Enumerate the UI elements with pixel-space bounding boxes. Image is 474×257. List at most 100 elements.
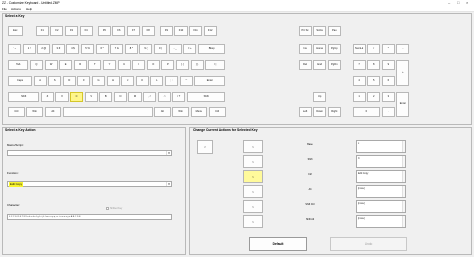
key-a[interactable]: A [33,76,47,87]
maximize-icon[interactable]: □ [457,0,459,6]
assign-action-button[interactable]: > [243,215,263,228]
assign-action-button[interactable]: > [243,200,263,213]
scrollbar[interactable] [402,156,405,167]
key-symbol[interactable]: [ { [175,60,189,71]
key-symbol[interactable]: - [396,44,410,55]
scrollbar[interactable] [402,216,405,227]
key-n[interactable]: N [113,92,127,103]
key-r[interactable]: R [73,60,87,71]
key-3[interactable]: 3 # [51,44,65,55]
scrollbar[interactable] [402,141,405,152]
menu-actions[interactable]: Actions [11,7,21,12]
key-p[interactable]: P [161,60,175,71]
action-value-field[interactable]: C [356,155,406,168]
key-prt-sc[interactable]: Prt Sc [298,26,312,37]
scrollbar[interactable] [402,171,405,182]
key-down[interactable]: Down [313,107,327,118]
key-i[interactable]: I [132,60,146,71]
action-value-field[interactable]: [none] [356,200,406,213]
key-symbol[interactable]: - _ [168,44,182,55]
key-symbol[interactable]: \ | [205,60,226,71]
key-symbol[interactable]: ' " [179,76,193,87]
key-symbol[interactable]: . [381,107,395,118]
key-2[interactable]: 2 @ [37,44,51,55]
key-d[interactable]: D [62,76,76,87]
key-win[interactable]: Win [26,107,43,118]
key-home[interactable]: Home [313,44,327,55]
key-symbol[interactable]: , < [143,92,157,103]
key-f[interactable]: F [77,76,91,87]
key-bksp[interactable]: Bksp [197,44,226,55]
key-f9[interactable]: F9 [159,26,173,37]
key-h[interactable]: H [106,76,120,87]
key-4[interactable]: 4 [352,76,366,87]
assign-action-button[interactable]: > [243,155,263,168]
key-f11[interactable]: F11 [189,26,203,37]
minimize-icon[interactable]: – [448,0,450,6]
key-w[interactable]: W [44,60,58,71]
key-m[interactable]: M [128,92,142,103]
action-value-field[interactable]: [none] [356,185,406,198]
assign-action-button[interactable]: > [243,170,263,183]
key-4[interactable]: 4 $ [66,44,80,55]
key-g[interactable]: G [91,76,106,87]
key-menu[interactable]: Menu [190,107,208,118]
key-o[interactable]: O [146,60,160,71]
key-caps[interactable]: Caps [8,76,33,87]
shifted-key-checkbox[interactable]: Shifted Key [106,207,122,210]
key-space[interactable] [62,107,153,118]
key-8[interactable]: 8 * [124,44,138,55]
key-ins[interactable]: Ins [298,44,312,55]
key-enter[interactable]: Enter [396,92,410,118]
key-win[interactable]: Win [172,107,189,118]
key-z[interactable]: Z [40,92,54,103]
key-symbol[interactable]: = + [183,44,197,55]
key-del[interactable]: Del [298,60,312,71]
key-8[interactable]: 8 [367,60,381,71]
key-u[interactable]: U [117,60,131,71]
key-symbol[interactable]: ` ~ [8,44,22,55]
key-s[interactable]: S [48,76,62,87]
key-x[interactable]: X [55,92,69,103]
key-2[interactable]: 2 [367,92,381,103]
key-symbol[interactable]: * [381,44,395,55]
macro-dropdown[interactable]: ▾ [7,150,172,156]
key-k[interactable]: K [135,76,149,87]
key-pgup[interactable]: PgUp [327,44,341,55]
key-symbol[interactable]: ] } [190,60,204,71]
key-t[interactable]: T [88,60,102,71]
key-enter[interactable]: Enter [194,76,226,87]
key-q[interactable]: Q [29,60,43,71]
key-j[interactable]: J [121,76,135,87]
key-f1[interactable]: F1 [35,26,49,37]
scrollbar[interactable] [402,186,405,197]
key-end[interactable]: End [313,60,327,71]
key-f4[interactable]: F4 [79,26,93,37]
key-5[interactable]: 5 % [81,44,95,55]
key-6[interactable]: 6 [381,76,395,87]
key-up[interactable]: Up [313,92,327,103]
key-f8[interactable]: F8 [141,26,155,37]
key-9[interactable]: 9 ( [139,44,153,55]
key-ctrl[interactable]: Ctrl [208,107,226,118]
remove-action-button[interactable]: < [197,140,213,154]
key-symbol[interactable]: ; : [164,76,179,87]
key-6[interactable]: 6 ^ [95,44,109,55]
default-button[interactable]: Default [249,237,307,251]
close-icon[interactable]: × [466,0,468,6]
key-1[interactable]: 1 ! [22,44,36,55]
key-f7[interactable]: F7 [126,26,141,37]
key-alt[interactable]: Alt [44,107,62,118]
menu-help[interactable]: Help [26,7,32,12]
undo-button[interactable]: Undo [330,237,407,251]
key-3[interactable]: 3 [381,92,395,103]
key-e[interactable]: E [59,60,73,71]
key-0[interactable]: 0 [352,107,381,118]
key-c[interactable]: C [70,92,84,103]
key-7[interactable]: 7 [352,60,366,71]
key-f12[interactable]: F12 [203,26,217,37]
key-symbol[interactable]: / ? [172,92,186,103]
assign-action-button[interactable]: > [243,140,263,153]
key-f3[interactable]: F3 [64,26,79,37]
key-symbol[interactable]: + [396,60,410,87]
